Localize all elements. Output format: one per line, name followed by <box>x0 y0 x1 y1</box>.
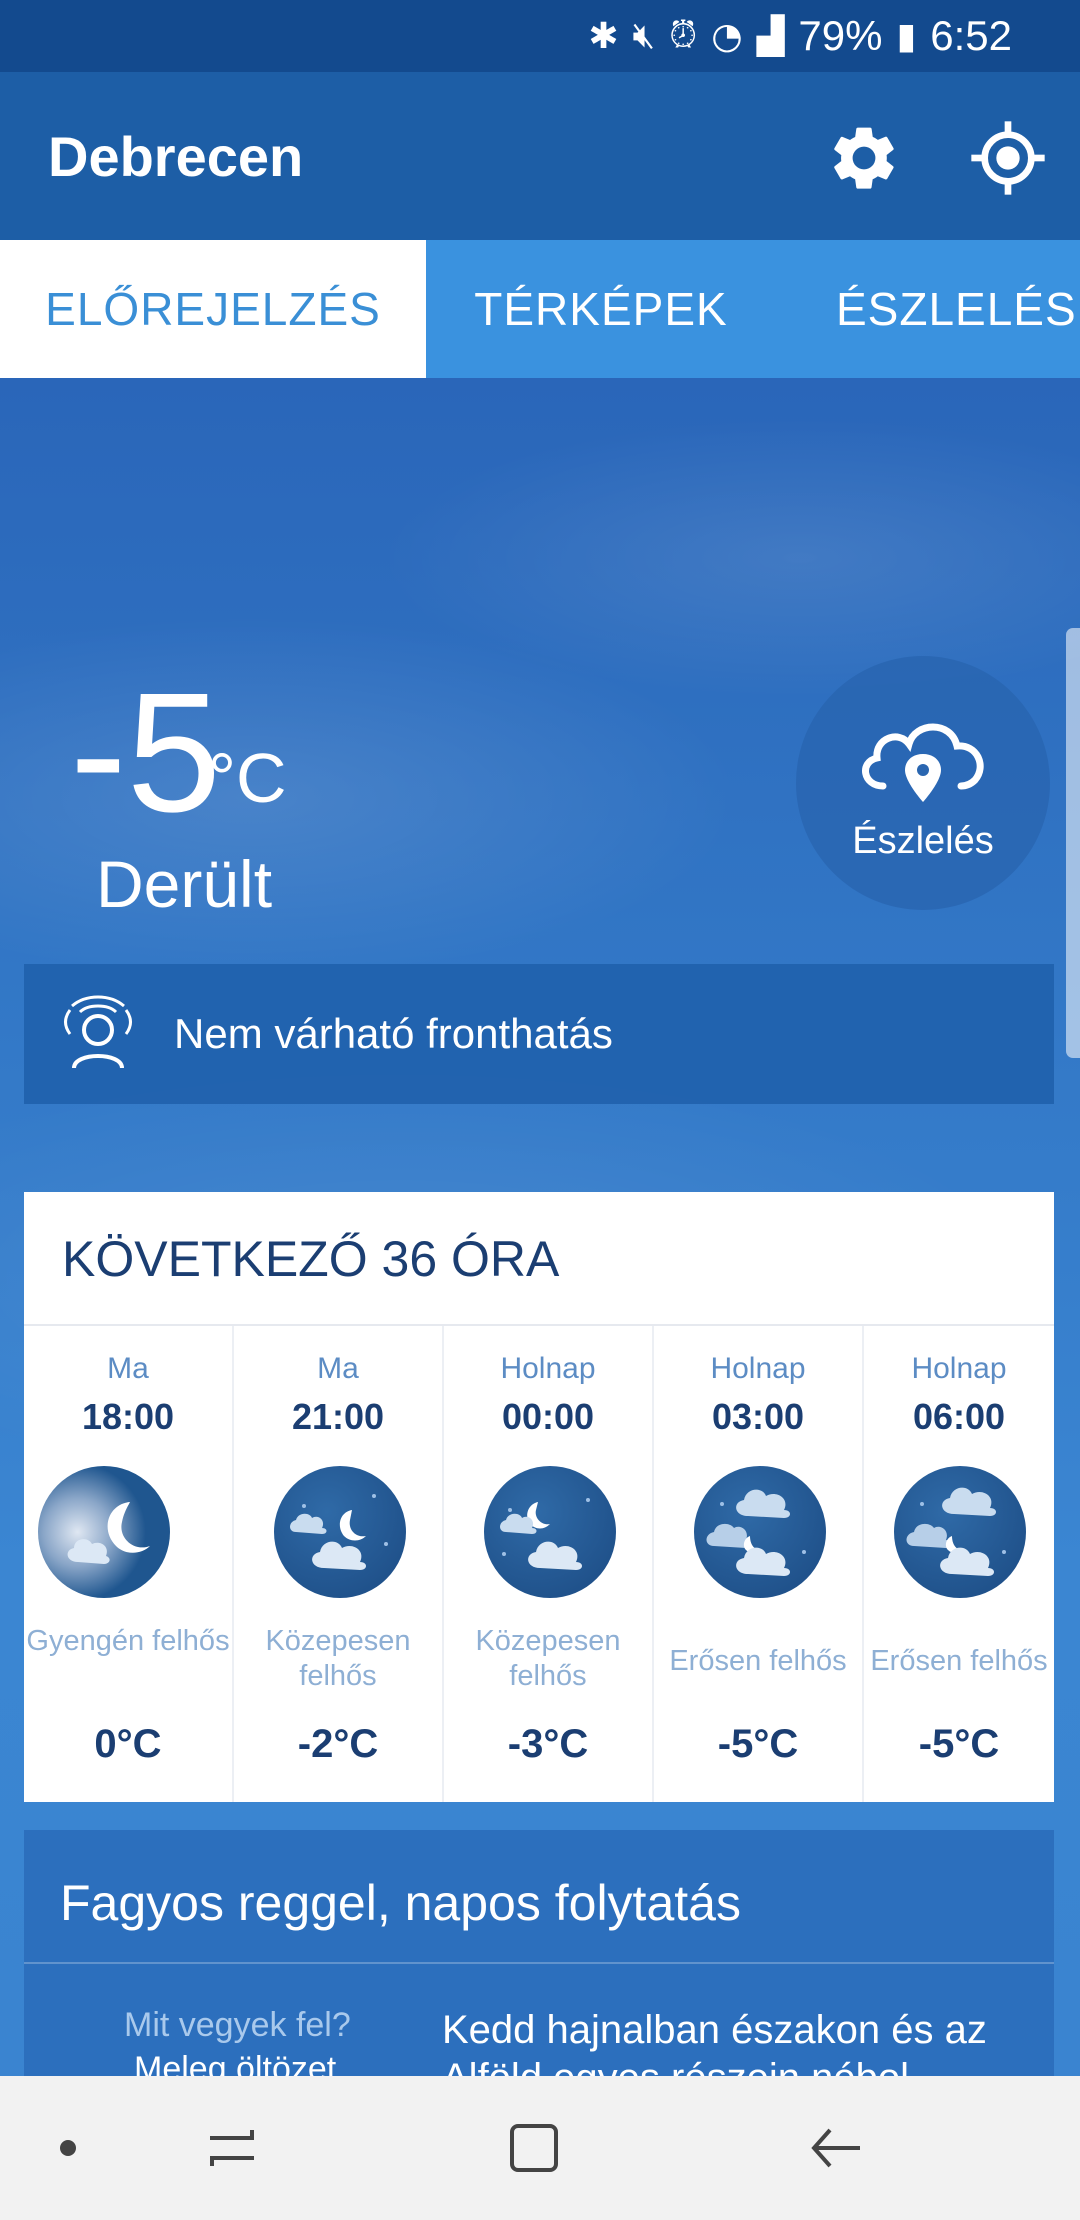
heavy-cloud-night-icon <box>894 1466 1026 1598</box>
tab-forecast[interactable]: ELŐREJELZÉS <box>0 240 426 378</box>
battery-icon: ▮ <box>896 15 917 57</box>
battery-percentage: 79% <box>798 12 883 59</box>
forecast-temperature: 0°C <box>94 1722 162 1766</box>
current-temperature: -5 <box>70 658 222 848</box>
alarm-icon: ⏰︎ <box>669 15 698 56</box>
forecast-36h-card: KÖVETKEZŐ 36 ÓRA Ma 18:00 Gyengén felhős… <box>24 1192 1054 1802</box>
status-bar: ✱ 🔇︎ ⏰︎ ◔ ▟ 79% ▮ 6:52 <box>0 0 1080 72</box>
forecast-description: Erősen felhős <box>669 1645 847 1677</box>
forecast-time: 21:00 <box>291 1396 385 1437</box>
back-arrow-icon <box>811 2128 860 2168</box>
current-condition: Derült <box>96 847 273 921</box>
clothing-question: Mit vegyek fel? <box>124 2006 351 2044</box>
heavy-cloud-night-icon <box>694 1466 826 1598</box>
person-waves-icon <box>64 995 132 1069</box>
dot-icon <box>60 2140 76 2156</box>
forecast-description: Erősen felhős <box>870 1645 1048 1677</box>
forecast-item[interactable]: Holnap 03:00 Erősen felhős -5°C <box>654 1326 864 1802</box>
forecast-time: 00:00 <box>501 1396 595 1437</box>
forecast-item[interactable]: Ma 18:00 Gyengén felhős 0°C <box>24 1326 234 1802</box>
forecast-item[interactable]: Holnap 06:00 Erősen felhős -5°C <box>864 1326 1054 1802</box>
observation-label: Észlelés <box>852 819 994 862</box>
settings-button[interactable] <box>822 116 906 200</box>
system-navigation-bar <box>0 2076 1080 2220</box>
cloud-location-icon <box>862 723 984 802</box>
forecast-day: Ma <box>317 1352 359 1385</box>
nav-dot-button[interactable] <box>28 2108 108 2188</box>
clock: 6:52 <box>930 12 1012 59</box>
moon-cloud-icon <box>274 1466 406 1598</box>
forecast-description: Közepesen felhős <box>265 1625 411 1692</box>
forecast-day: Holnap <box>500 1352 596 1385</box>
tab-observation[interactable]: ÉSZLELÉS <box>776 240 1080 378</box>
recent-apps-button[interactable] <box>192 2108 272 2188</box>
divider <box>24 1962 1054 1964</box>
front-info-text: Nem várható fronthatás <box>174 1010 613 1057</box>
forecast-item[interactable]: Holnap 00:00 Közepesen felhős -3°C <box>444 1326 654 1802</box>
wifi-icon: ◔ <box>711 15 743 57</box>
forecast-day: Holnap <box>710 1352 806 1385</box>
home-button[interactable] <box>494 2108 574 2188</box>
bluetooth-icon: ✱ <box>588 15 619 57</box>
back-button[interactable] <box>796 2108 876 2188</box>
forecast-temperature: -3°C <box>507 1722 589 1766</box>
observation-button[interactable]: Észlelés <box>796 656 1050 910</box>
moon-cloud-icon <box>484 1466 616 1598</box>
location-target-icon <box>971 121 1045 195</box>
forecast-time: 06:00 <box>912 1396 1006 1437</box>
text-forecast-title: Fagyos reggel, napos folytatás <box>60 1875 741 1931</box>
home-icon <box>510 2124 558 2172</box>
city-title: Debrecen <box>48 125 304 188</box>
recent-apps-icon <box>210 2130 254 2166</box>
forecast-temperature: -5°C <box>717 1722 799 1766</box>
forecast-title: KÖVETKEZŐ 36 ÓRA <box>62 1231 560 1287</box>
edge-panel-handle[interactable] <box>1066 628 1080 1058</box>
forecast-temperature: -5°C <box>918 1722 1000 1766</box>
front-info-bar[interactable]: Nem várható fronthatás <box>24 964 1054 1104</box>
mute-icon: 🔇︎ <box>632 15 656 56</box>
locate-button[interactable] <box>966 116 1050 200</box>
tab-maps[interactable]: TÉRKÉPEK <box>426 240 776 378</box>
app-bar: Debrecen <box>0 72 1080 240</box>
forecast-temperature: -2°C <box>297 1722 379 1766</box>
forecast-item[interactable]: Ma 21:00 Közepesen felhős -2°C <box>234 1326 444 1802</box>
forecast-time: 03:00 <box>711 1396 805 1437</box>
signal-icon: ▟ <box>756 15 785 57</box>
text-forecast-card[interactable]: Fagyos reggel, napos folytatás Mit vegye… <box>24 1830 1054 2100</box>
forecast-description: Közepesen felhős <box>475 1625 621 1692</box>
forecast-day: Holnap <box>911 1352 1007 1385</box>
forecast-time: 18:00 <box>81 1396 175 1437</box>
gear-icon <box>834 127 894 189</box>
forecast-description: Gyengén felhős <box>26 1625 230 1657</box>
temperature-unit: °C <box>208 739 287 817</box>
tab-bar: ELŐREJELZÉS TÉRKÉPEK ÉSZLELÉS <box>0 240 1080 378</box>
forecast-day: Ma <box>107 1352 149 1385</box>
moon-cloud-icon <box>38 1466 170 1598</box>
